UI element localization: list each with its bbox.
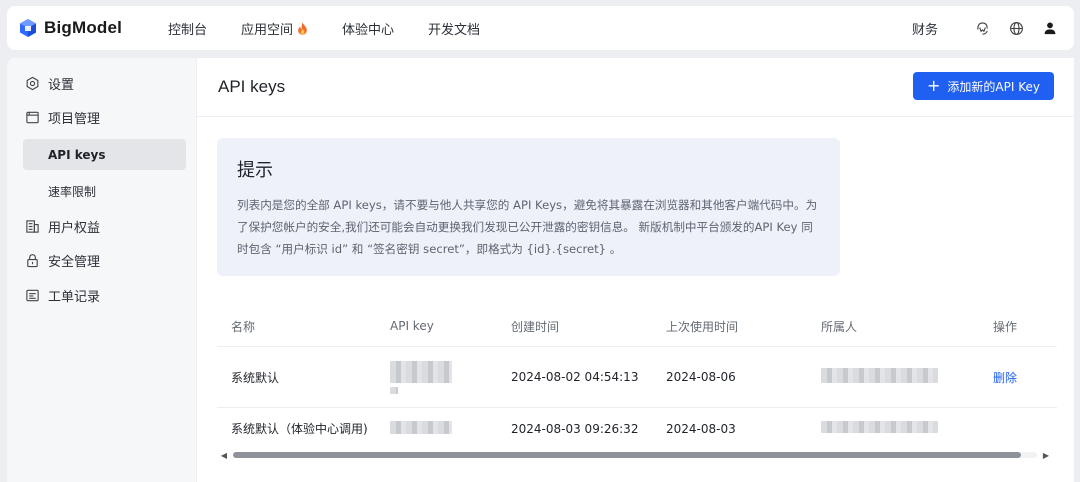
sidebar-item-user-benefits[interactable]: 用户权益 <box>17 213 186 239</box>
header-actions: 操作 <box>993 319 1018 334</box>
row-actions: 删除 <box>993 369 1057 386</box>
nav-app-space[interactable]: 应用空间 <box>241 19 308 38</box>
sidebar: 设置 项目管理 API keys 速率限制 用户权益 安全管理 工单记录 <box>7 58 196 482</box>
sidebar-item-ticket-records[interactable]: 工单记录 <box>17 282 186 308</box>
sidebar-item-label: 安全管理 <box>48 255 101 271</box>
page-title: API keys <box>218 77 286 96</box>
brand-name: BigModel <box>44 18 123 37</box>
row-name: 系统默认（体验中心调用) <box>231 422 368 436</box>
bigmodel-logo-icon <box>20 19 36 37</box>
plus-icon: + <box>927 76 941 95</box>
nav-experience-center[interactable]: 体验中心 <box>342 19 394 38</box>
nav-console[interactable]: 控制台 <box>168 19 207 38</box>
row-api-key-masked[interactable] <box>390 420 511 437</box>
lock-icon <box>25 253 40 268</box>
row-created: 2024-08-03 09:26:32 <box>511 421 639 436</box>
header-name: 名称 <box>231 319 256 334</box>
folder-icon <box>25 110 40 125</box>
add-api-key-button[interactable]: + 添加新的API Key <box>913 72 1054 100</box>
add-api-key-label: 添加新的API Key <box>947 79 1040 94</box>
top-navbar: BigModel 控制台 应用空间 体验中心 开发文档 财务 <box>7 6 1074 50</box>
fire-icon <box>298 22 307 35</box>
nav-app-space-label: 应用空间 <box>241 22 294 38</box>
header-created: 创建时间 <box>511 319 560 334</box>
settings-icon <box>25 76 40 91</box>
scroll-right-icon[interactable]: ▶ <box>1041 451 1051 460</box>
table-header: 名称 API key 创建时间 上次使用时间 所属人 操作 <box>217 306 1057 347</box>
header-api-key: API key <box>390 319 434 333</box>
user-icon[interactable] <box>1042 20 1058 36</box>
sidebar-item-label: 速率限制 <box>48 185 97 200</box>
top-right-actions: 财务 <box>912 6 1058 50</box>
table-row: 系统默认 2024-08-02 04:54:13 2024-08-06 删除 <box>217 347 1057 408</box>
scrollbar-thumb[interactable] <box>233 452 1021 458</box>
sidebar-item-security[interactable]: 安全管理 <box>17 248 186 274</box>
tip-title: 提示 <box>237 160 273 181</box>
row-owner-masked <box>821 368 993 386</box>
masked-key <box>390 420 452 434</box>
api-keys-table: 名称 API key 创建时间 上次使用时间 所属人 操作 系统默认 2024-… <box>217 306 1057 449</box>
sidebar-item-rate-limits[interactable]: 速率限制 <box>23 176 186 207</box>
row-owner-masked <box>821 421 993 436</box>
header-owner: 所属人 <box>821 319 858 334</box>
row-last-used: 2024-08-06 <box>666 370 736 384</box>
finance-link[interactable]: 财务 <box>912 19 938 38</box>
horizontal-scrollbar[interactable]: ◀ ▶ <box>219 450 1051 460</box>
main-nav: 控制台 应用空间 体验中心 开发文档 <box>168 19 514 38</box>
support-icon[interactable] <box>974 20 990 36</box>
sidebar-item-label: 用户权益 <box>48 220 101 236</box>
nav-dev-docs[interactable]: 开发文档 <box>428 19 480 38</box>
row-created: 2024-08-02 04:54:13 <box>511 370 639 384</box>
nav-experience-center-label: 体验中心 <box>342 22 395 38</box>
benefits-icon <box>25 219 40 234</box>
brand[interactable]: BigModel <box>18 18 158 38</box>
masked-owner <box>821 421 938 433</box>
scrollbar-track[interactable] <box>233 452 1037 458</box>
tip-text: 列表内是您的全部 API keys，请不要与他人共享您的 API Keys，避免… <box>237 198 818 256</box>
header-last-used: 上次使用时间 <box>666 319 739 334</box>
page-header: API keys + 添加新的API Key <box>197 58 1074 117</box>
globe-icon[interactable] <box>1008 20 1024 36</box>
sidebar-item-settings[interactable]: 设置 <box>17 70 186 96</box>
row-api-key-masked[interactable] <box>390 360 511 394</box>
main-content: API keys + 添加新的API Key 提示 列表内是您的全部 API k… <box>197 58 1074 482</box>
scroll-left-icon[interactable]: ◀ <box>219 451 229 460</box>
nav-console-label: 控制台 <box>168 22 208 38</box>
masked-key <box>390 360 452 383</box>
sidebar-item-label: 项目管理 <box>48 112 101 128</box>
ticket-icon <box>25 288 40 303</box>
sidebar-item-label: API keys <box>48 147 106 162</box>
delete-button[interactable]: 删除 <box>993 371 1017 385</box>
table-row: 系统默认（体验中心调用) 2024-08-03 09:26:32 2024-08… <box>217 408 1057 449</box>
sidebar-item-api-keys[interactable]: API keys <box>23 139 186 171</box>
masked-key-tail <box>390 386 398 394</box>
masked-owner <box>821 368 938 383</box>
sidebar-item-project-management[interactable]: 项目管理 <box>17 105 186 131</box>
sidebar-item-label: 工单记录 <box>48 289 101 305</box>
tip-box: 提示 列表内是您的全部 API keys，请不要与他人共享您的 API Keys… <box>217 138 840 276</box>
sidebar-item-label: 设置 <box>48 77 75 93</box>
row-name: 系统默认 <box>231 370 280 385</box>
row-last-used: 2024-08-03 <box>666 421 736 436</box>
nav-dev-docs-label: 开发文档 <box>428 22 481 38</box>
